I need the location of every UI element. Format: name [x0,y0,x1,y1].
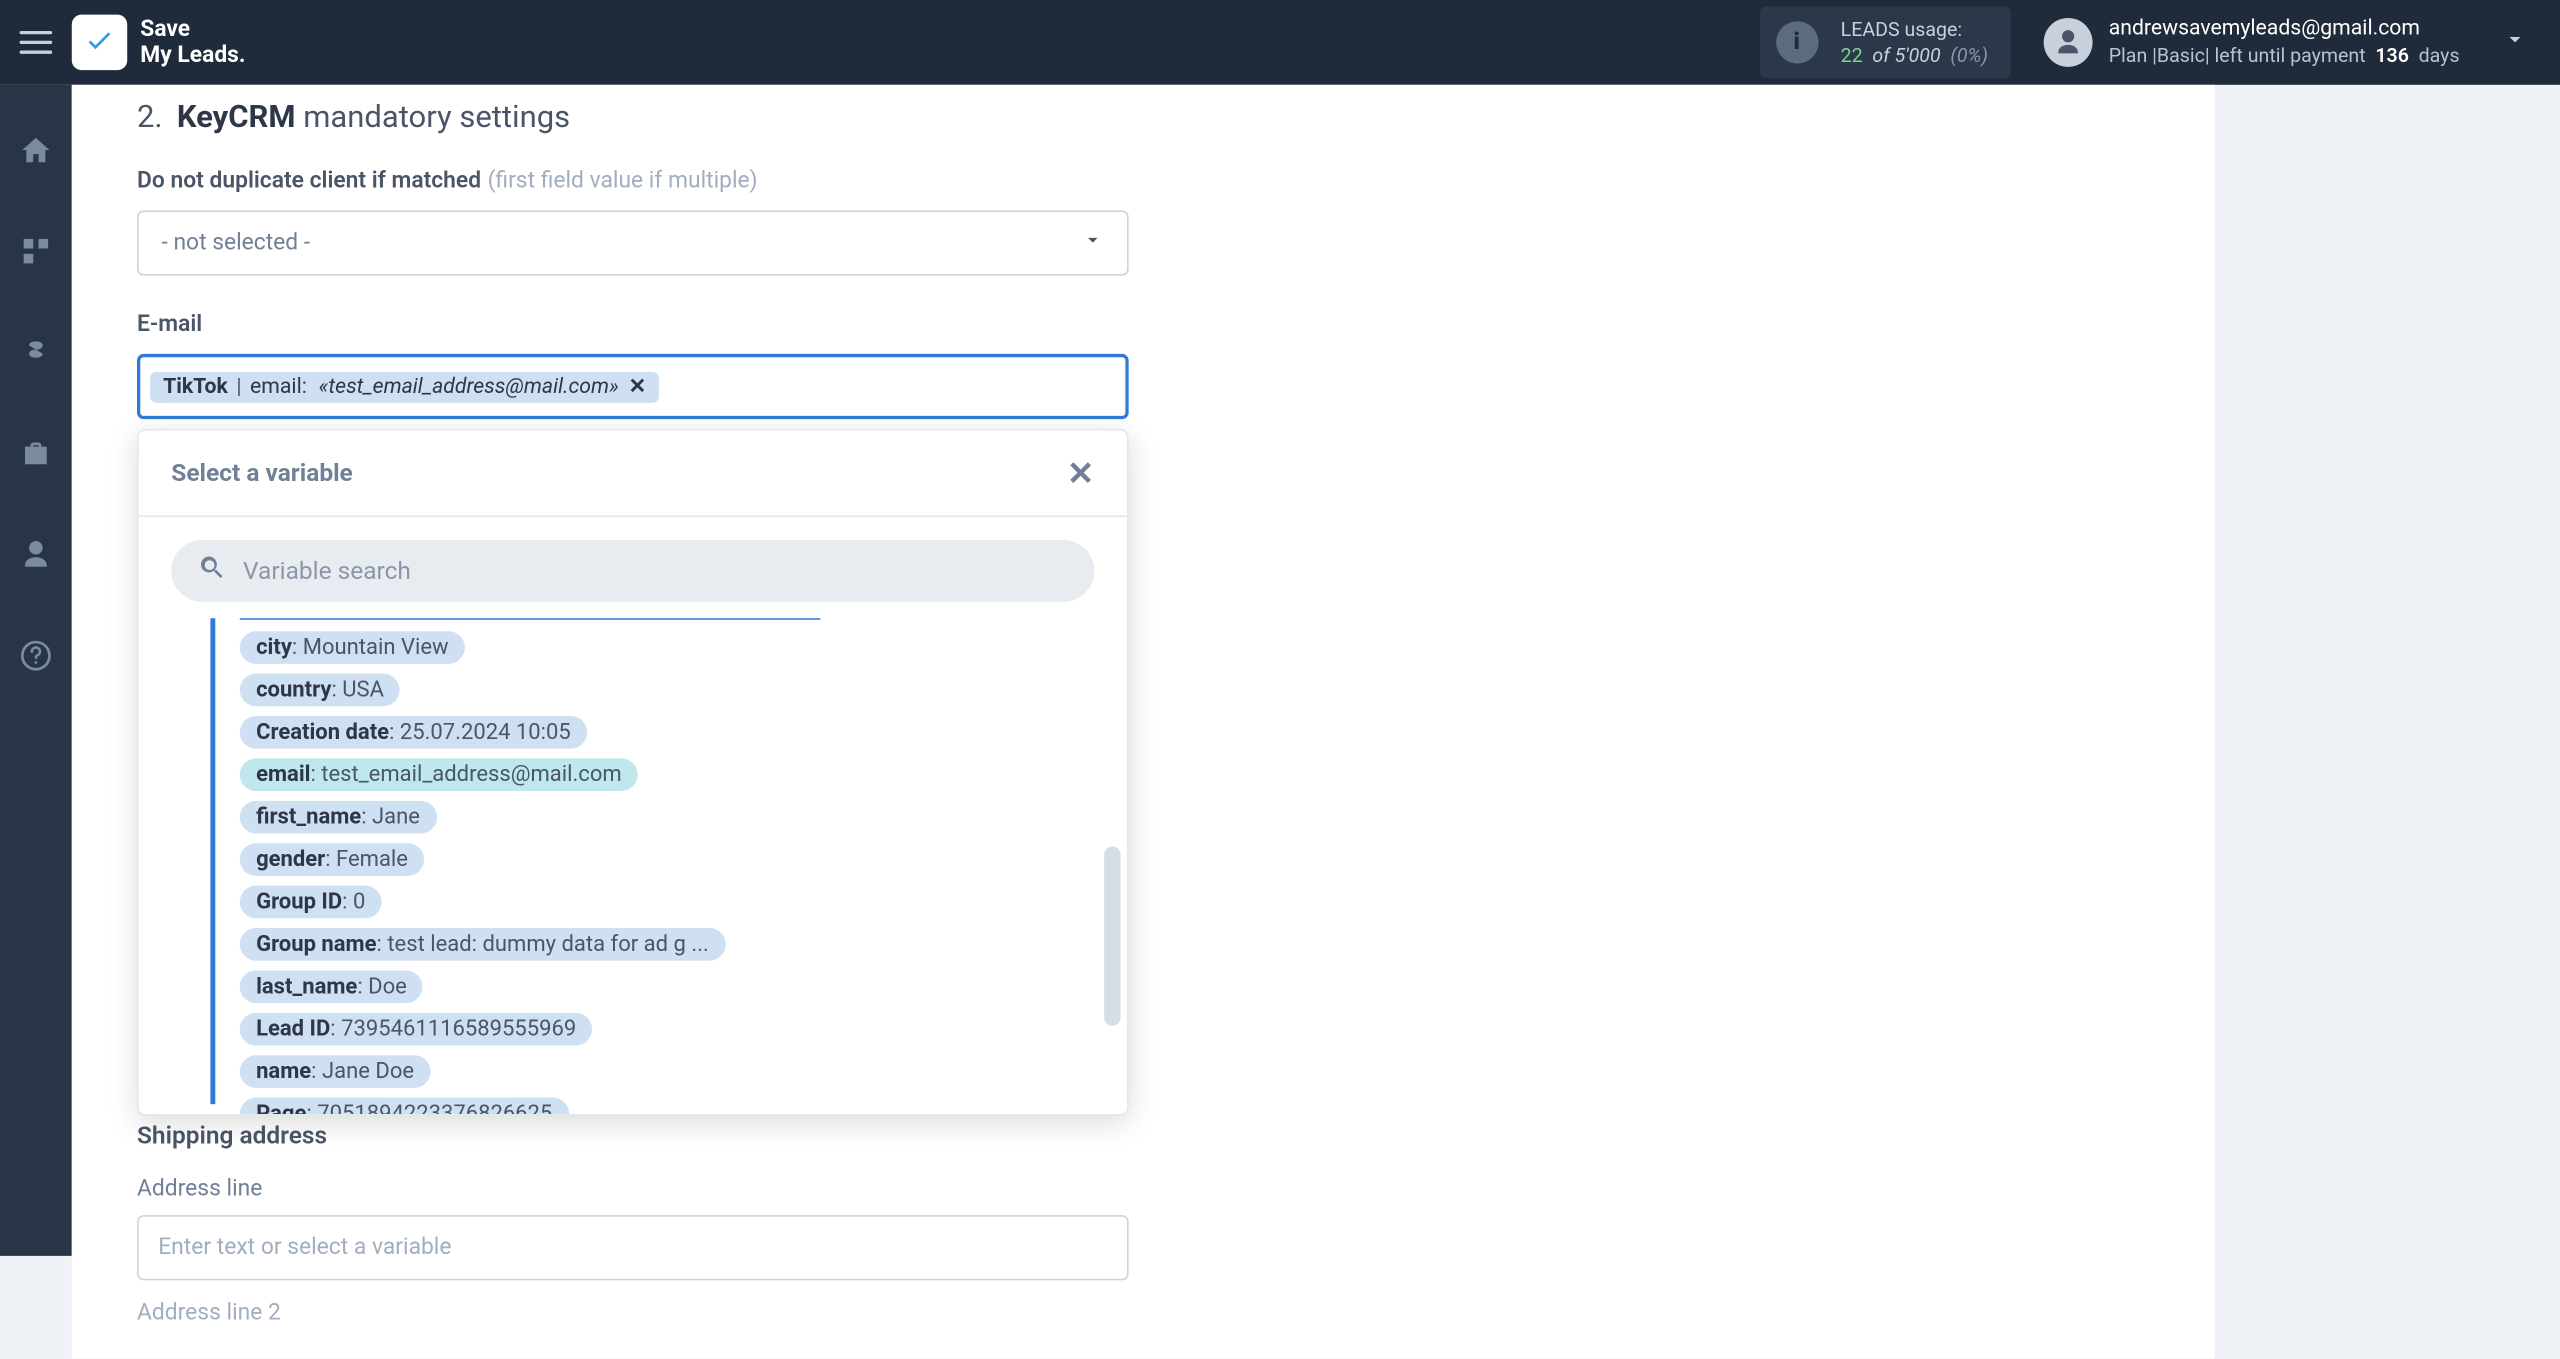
search-icon [197,553,226,589]
variable-dropdown: Select a variable ✕ city: Mount [137,429,1129,1116]
chip-remove-icon[interactable]: ✕ [629,374,647,398]
variable-option[interactable]: Page: 7051894223376826625 [240,1098,569,1114]
settings-panel: 2. KeyCRM mandatory settings Do not dupl… [72,85,2215,1359]
variable-option[interactable]: gender: Female [240,843,425,876]
chevron-down-icon[interactable] [2502,26,2528,59]
variable-option[interactable]: first_name: Jane [240,801,437,834]
variable-search-input[interactable] [171,540,1094,602]
address-line2-label: Address line 2 [137,1300,1129,1326]
variable-option[interactable]: email: test_email_address@mail.com [240,758,638,791]
variable-option[interactable]: country: USA [240,674,401,707]
close-icon[interactable]: ✕ [1067,453,1094,492]
sidebar-briefcase[interactable] [0,421,72,486]
sidebar-help[interactable] [0,623,72,688]
email-chip: TikTok | email: «test_email_address@mail… [150,371,659,402]
variable-option[interactable]: city: Mountain View [240,631,465,664]
topbar: Save My Leads. i LEADS usage: 22 of 5'00… [0,0,2560,85]
variable-option[interactable]: Group name: test lead: dummy data for ad… [240,928,725,961]
variable-list: city: Mountain View country: USA Creation … [217,620,1081,1114]
address-line-input[interactable]: Enter text or select a variable [137,1215,1129,1280]
sidebar [0,85,72,1256]
menu-toggle-button[interactable] [16,23,55,62]
variable-option[interactable]: Creation date: 25.07.2024 10:05 [240,716,587,749]
variable-option[interactable]: name: Jane Doe [240,1055,431,1088]
variable-option[interactable]: last_name: Doe [240,970,423,1003]
section-heading: 2. KeyCRM mandatory settings [137,98,2150,136]
user-info: andrewsavemyleads@gmail.com Plan |Basic|… [2109,16,2460,69]
search-field[interactable] [243,556,1068,585]
avatar-icon [2043,18,2092,67]
email-label: E-mail [137,312,2150,338]
variable-option[interactable]: Lead ID: 7395461116589555969 [240,1013,593,1046]
usage-text: LEADS usage: 22 of 5'000 (0%) [1841,16,1988,69]
dedupe-value: - not selected - [161,230,310,256]
logo-text: Save My Leads. [140,16,245,68]
user-menu[interactable]: andrewsavemyleads@gmail.com Plan |Basic|… [2043,16,2528,69]
dedupe-label: Do not duplicate client if matched (firs… [137,168,2150,194]
sidebar-home[interactable] [0,117,72,182]
sidebar-integrations[interactable] [0,219,72,284]
dropdown-title: Select a variable [171,458,353,487]
address-line-label: Address line [137,1176,1129,1202]
logo-icon [72,15,127,70]
sidebar-billing[interactable] [0,320,72,385]
logo[interactable]: Save My Leads. [72,15,246,70]
variable-option[interactable]: Group ID: 0 [240,886,382,919]
scrollbar-thumb[interactable] [1104,846,1120,1025]
leads-usage-badge[interactable]: i LEADS usage: 22 of 5'000 (0%) [1759,6,2011,78]
chevron-down-icon [1081,228,1104,257]
email-input[interactable]: TikTok | email: «test_email_address@mail… [137,354,1129,419]
info-icon: i [1775,21,1817,63]
sidebar-account[interactable] [0,522,72,587]
dedupe-select[interactable]: - not selected - [137,210,1129,275]
shipping-heading: Shipping address [137,1120,1129,1149]
